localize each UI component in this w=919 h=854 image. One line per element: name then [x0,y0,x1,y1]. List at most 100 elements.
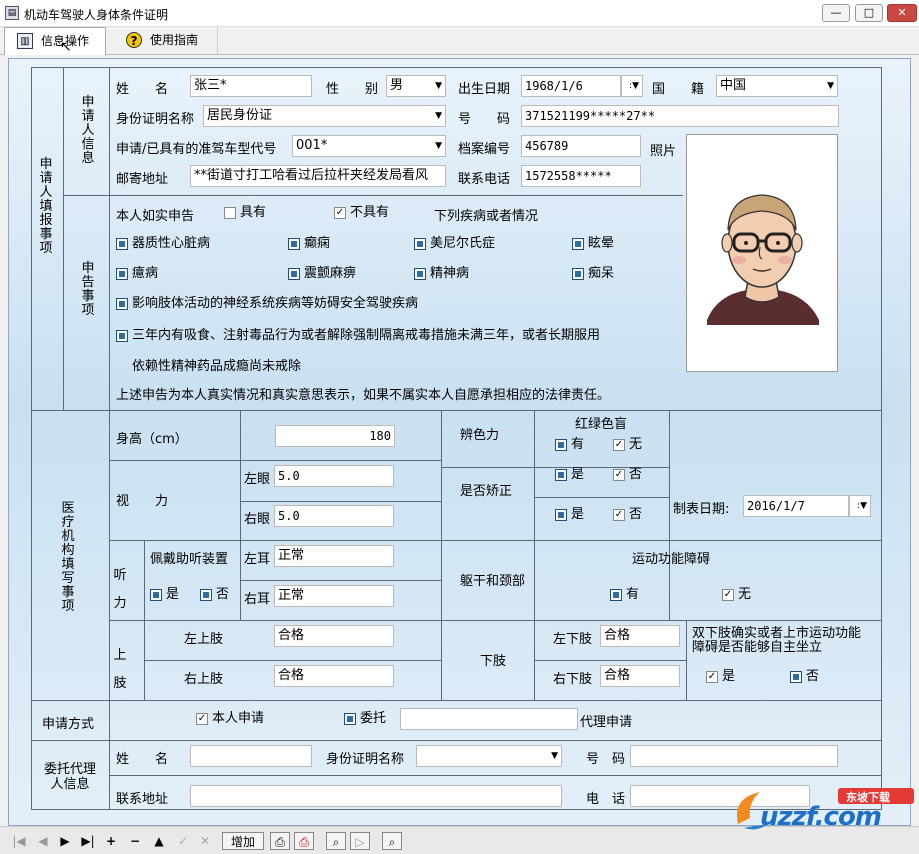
id-type-label: 身份证明名称 [116,112,195,127]
upper-left-input[interactable]: 合格 [274,625,394,647]
applicant-photo[interactable] [686,134,838,372]
gender-select[interactable]: 男 ▼ [386,75,446,97]
right-corrected-yes-checkbox[interactable]: 是 [555,507,584,523]
lower-left-input[interactable]: 合格 [600,625,680,647]
drug-line-2: 依赖性精神药品成瘾尚未戒除 [132,359,302,374]
upper-right-label: 右上肢 [184,672,224,687]
file-no-input[interactable]: 456789 [521,135,641,157]
id-no-input[interactable]: 371521199*****27** [521,105,839,127]
portrait-image [687,135,837,371]
declare-intro: 本人如实申告 [116,209,195,224]
uzzf-watermark-logo: 东坡下载 uzzf.com [730,784,916,836]
check-icon[interactable]: ✓ [176,832,190,850]
disease-checkbox[interactable]: 美尼尔氏症 [414,236,495,252]
menu-bar: ▥ 信息操作 ? 使用指南 ↖ [0,27,919,55]
left-corrected-no-checkbox[interactable]: ✓ 否 [613,467,642,483]
disease-checkbox[interactable]: 精神病 [414,266,469,282]
plus-icon[interactable]: + [104,832,118,850]
print-icon[interactable]: ⎙ [270,832,290,850]
dropdown-arrow-icon: ▼ [827,81,834,91]
vehicle-select[interactable]: 001* ▼ [292,135,446,157]
vision-label: 视 力 [116,494,169,509]
sit-yes-checkbox[interactable]: ✓ 是 [706,669,735,685]
disease-checkbox[interactable]: 眩晕 [572,236,614,252]
section-declaration: 申告事项 [81,261,95,318]
agent-name-input[interactable] [190,745,312,767]
agent-id-type-select[interactable]: ▼ [416,745,562,767]
agent-id-no-label: 号 码 [586,752,626,767]
next-record-icon[interactable]: ▶ [58,832,72,850]
entrust-input[interactable] [400,708,578,730]
minus-icon[interactable]: − [128,832,142,850]
right-eye-input[interactable]: 5.0 [274,505,394,527]
id-type-select[interactable]: 居民身份证 ▼ [203,105,446,127]
declare-following: 下列疾病或者情况 [434,209,539,224]
search-icon[interactable]: ⌕ [382,832,402,850]
self-apply-checkbox[interactable]: ✓ 本人申请 [196,711,264,727]
cancel-icon[interactable]: ✕ [198,832,212,850]
upper-right-input[interactable]: 合格 [274,665,394,687]
disease-checkbox[interactable]: 癔病 [116,266,158,282]
prev-record-icon[interactable]: ◀ [36,832,50,850]
phone-input[interactable]: 1572558***** [521,165,641,187]
disease-checkbox[interactable]: 震颤麻痹 [288,266,356,282]
disease-checkbox[interactable]: 痴呆 [572,266,614,282]
section-applicant-info: 申请人信息 [81,95,95,166]
hearing-label: 听力 [113,568,127,611]
sit-no-checkbox[interactable]: 否 [790,669,819,685]
birth-picker-button[interactable]: :▼ [621,75,643,97]
agent-address-label: 联系地址 [116,792,169,807]
minimize-button[interactable]: — [822,4,850,22]
method-label: 申请方式 [42,717,95,732]
birth-input[interactable]: 1968/1/6 [521,75,621,97]
agent-phone-label: 电 话 [586,792,626,807]
first-record-icon[interactable]: |◀ [12,832,26,850]
agent-id-no-input[interactable] [630,745,838,767]
right-ear-input[interactable]: 正常 [274,585,394,607]
entrust-checkbox[interactable]: 委托 [344,711,386,727]
motor-yes-checkbox[interactable]: 有 [610,587,639,603]
play-icon[interactable]: ▷ [350,832,370,850]
color-blind-no-checkbox[interactable]: ✓ 无 [613,437,642,453]
gender-label: 性 别 [326,82,379,97]
left-corrected-yes-checkbox[interactable]: 是 [555,467,584,483]
color-blind-yes-checkbox[interactable]: 有 [555,437,584,453]
last-record-icon[interactable]: ▶| [80,832,96,850]
disease-checkbox[interactable]: 癫痫 [288,236,330,252]
motor-no-checkbox[interactable]: ✓ 无 [722,587,751,603]
dropdown-arrow-icon: ▼ [435,141,442,151]
hearing-aid-no-checkbox[interactable]: 否 [200,587,229,603]
tab-info-operation[interactable]: ▥ 信息操作 [4,27,106,55]
left-ear-input[interactable]: 正常 [274,545,394,567]
photo-label: 照片 [650,144,677,159]
name-input[interactable]: 张三* [190,75,312,97]
up-icon[interactable]: ▲ [152,832,166,850]
height-input[interactable]: 180 [275,425,395,447]
color-label: 辨色力 [460,428,500,443]
has-checkbox[interactable]: 具有 [224,205,266,221]
disease-checkbox[interactable]: 器质性心脏病 [116,236,210,252]
address-input[interactable]: **街道寸打工哈看过后拉杆夹经发局看风 [190,165,446,187]
maximize-button[interactable]: □ [855,4,883,22]
right-corrected-no-checkbox[interactable]: ✓ 否 [613,507,642,523]
nerve-disease-checkbox[interactable]: 影响肢体活动的神经系统疾病等妨碍安全驾驶疾病 [116,296,418,312]
add-button[interactable]: 增加 [222,832,264,850]
zoom-icon[interactable]: ⌕ [326,832,346,850]
lower-right-input[interactable]: 合格 [600,665,680,687]
dropdown-arrow-icon: ▼ [551,751,558,761]
close-button[interactable]: ✕ [887,4,917,22]
date-picker-button[interactable]: :▼ [849,495,871,517]
watermark-text: uzzf.com [760,802,882,832]
drug-checkbox[interactable]: 三年内有吸食、注射毒品行为或者解除强制隔离戒毒措施未满三年，或者长期服用 [116,328,600,344]
has-not-checkbox[interactable]: ✓ 不具有 [334,205,389,221]
date-input[interactable]: 2016/1/7 [743,495,849,517]
nationality-select[interactable]: 中国 ▼ [716,75,838,97]
upper-left-label: 左上肢 [184,632,224,647]
hearing-aid-yes-checkbox[interactable]: 是 [150,587,179,603]
tab-user-guide[interactable]: ? 使用指南 [114,27,218,55]
left-eye-input[interactable]: 5.0 [274,465,394,487]
agent-address-input[interactable] [190,785,562,807]
date-label: 制表日期: [673,502,730,517]
dropdown-arrow-icon: :▼ [857,501,867,511]
print-preview-icon[interactable]: ⎙ [294,832,314,850]
